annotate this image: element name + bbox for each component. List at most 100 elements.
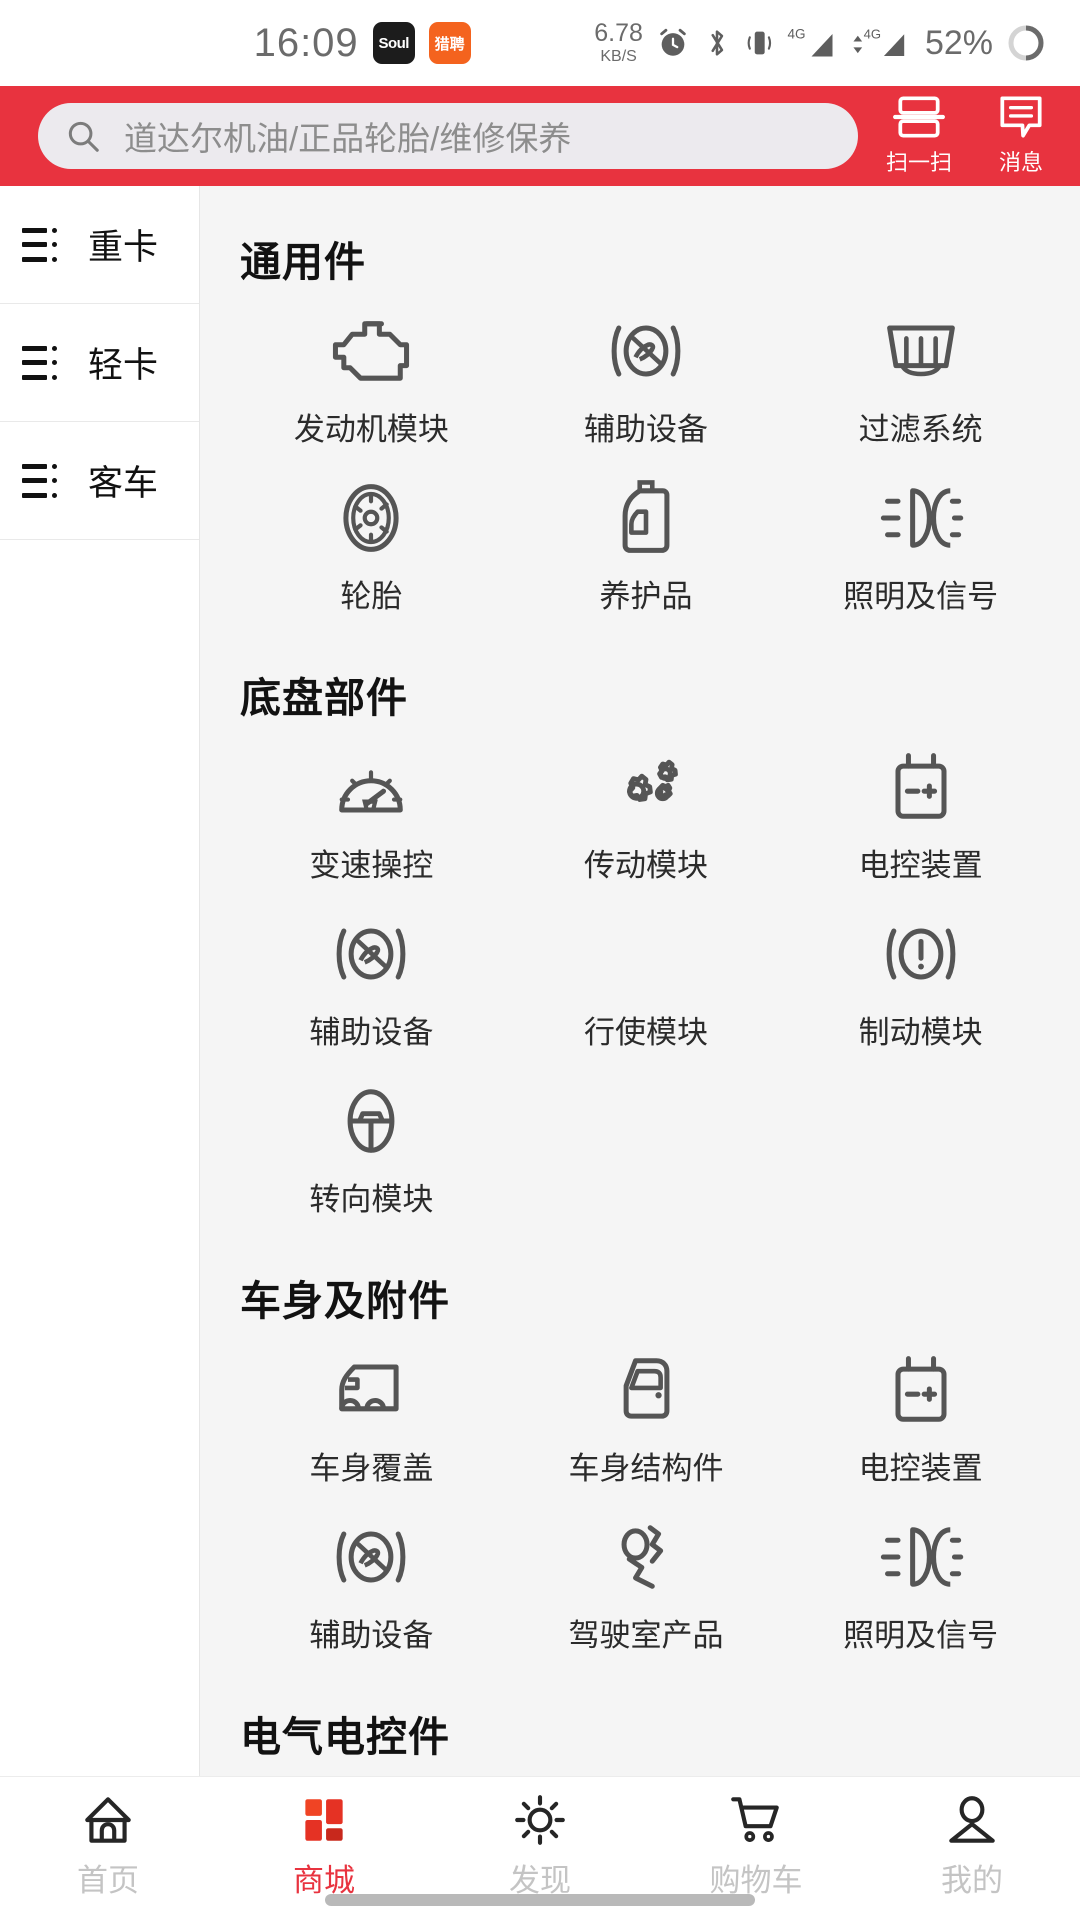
seat-person-icon bbox=[600, 1516, 692, 1598]
category-item-label: 车身结构件 bbox=[568, 1451, 724, 1486]
app-header: 道达尔机油/正品轮胎/维修保养 扫一扫 消息 bbox=[0, 86, 1080, 186]
svg-text:4G: 4G bbox=[864, 27, 881, 42]
category-item-brake[interactable]: 制动模块 bbox=[783, 899, 1058, 1058]
category-item-lighting[interactable]: 照明及信号 bbox=[783, 1502, 1058, 1661]
category-item-auxiliary[interactable]: 辅助设备 bbox=[509, 296, 784, 455]
category-item-label: 转向模块 bbox=[309, 1182, 434, 1217]
category-item-lighting[interactable]: 照明及信号 bbox=[783, 463, 1058, 622]
category-item-label: 轮胎 bbox=[340, 579, 403, 614]
category-item-label: 驾驶室产品 bbox=[568, 1618, 724, 1653]
signal-4g-2-icon: 4G bbox=[852, 25, 910, 61]
battery-icon bbox=[875, 746, 967, 828]
header-actions: 扫一扫 消息 bbox=[876, 92, 1064, 181]
category-item-label: 制动模块 bbox=[858, 1015, 983, 1050]
category-item-label: 车身覆盖 bbox=[309, 1451, 434, 1486]
battery-icon bbox=[875, 1349, 967, 1431]
section-title: 电气电控件 bbox=[240, 1714, 450, 1760]
category-item-transmission-control[interactable]: 变速操控 bbox=[234, 732, 509, 891]
category-item-body-panel[interactable]: 车身覆盖 bbox=[234, 1335, 509, 1494]
category-item-label: 过滤系统 bbox=[858, 412, 983, 447]
battery-percent: 52% bbox=[924, 23, 993, 62]
category-item-auxiliary[interactable]: 辅助设备 bbox=[234, 1502, 509, 1661]
sidebar-item-light-truck[interactable]: 轻卡 bbox=[0, 304, 199, 422]
truck-body-icon bbox=[325, 1349, 417, 1431]
auxiliary-icon bbox=[600, 310, 692, 392]
section-title: 底盘部件 bbox=[240, 675, 408, 721]
category-item-body-structure[interactable]: 车身结构件 bbox=[509, 1335, 784, 1494]
category-item-label: 变速操控 bbox=[309, 848, 434, 883]
category-item-label: 传动模块 bbox=[583, 848, 708, 883]
search-bar[interactable]: 道达尔机油/正品轮胎/维修保养 bbox=[38, 103, 858, 169]
sidebar-item-heavy-truck[interactable]: 重卡 bbox=[0, 186, 199, 304]
section-grid: 变速操控 传动模块 电控装置 辅助设备 行使模块 制动模块 转向模块 bbox=[234, 732, 1058, 1225]
tab-home[interactable]: 首页 bbox=[0, 1791, 216, 1900]
category-item-electronic-control[interactable]: 电控装置 bbox=[783, 732, 1058, 891]
gears-icon bbox=[600, 746, 692, 828]
main-area: 重卡 轻卡 客车 通用件 发动机模块 辅助设备 过滤系统 轮胎 养护品 照明及信… bbox=[0, 186, 1080, 1776]
list-icon bbox=[22, 227, 62, 262]
category-item-tire[interactable]: 轮胎 bbox=[234, 463, 509, 622]
gauge-icon bbox=[325, 746, 417, 828]
search-icon bbox=[64, 117, 102, 155]
auxiliary-icon bbox=[325, 1516, 417, 1598]
category-item-cab-products[interactable]: 驾驶室产品 bbox=[509, 1502, 784, 1661]
section-title: 车身及附件 bbox=[240, 1278, 450, 1324]
category-item-steering[interactable]: 转向模块 bbox=[234, 1066, 509, 1225]
steering-wheel-icon bbox=[325, 1080, 417, 1162]
list-icon bbox=[22, 345, 62, 380]
category-item-label: 养护品 bbox=[599, 579, 693, 614]
section-title: 通用件 bbox=[240, 239, 366, 285]
messages-label: 消息 bbox=[998, 149, 1043, 175]
scan-button[interactable]: 扫一扫 bbox=[876, 92, 962, 177]
category-item-label: 照明及信号 bbox=[843, 1618, 999, 1653]
store-grid-icon bbox=[295, 1791, 353, 1849]
sidebar-item-label: 轻卡 bbox=[88, 346, 159, 385]
scan-icon bbox=[892, 92, 946, 142]
category-sidebar: 重卡 轻卡 客车 bbox=[0, 186, 200, 1776]
discover-sun-icon bbox=[511, 1791, 569, 1849]
section-grid: 车身覆盖 车身结构件 电控装置 辅助设备 驾驶室产品 照明及信号 bbox=[234, 1335, 1058, 1661]
tab-label: 首页 bbox=[77, 1863, 139, 1898]
cart-icon bbox=[727, 1791, 785, 1849]
category-item-label: 辅助设备 bbox=[309, 1015, 434, 1050]
vibrate-icon bbox=[744, 26, 774, 60]
tab-discover[interactable]: 发现 bbox=[432, 1791, 648, 1900]
category-content[interactable]: 通用件 发动机模块 辅助设备 过滤系统 轮胎 养护品 照明及信号 底盘部件 变速… bbox=[200, 186, 1080, 1776]
messages-button[interactable]: 消息 bbox=[978, 92, 1064, 177]
category-item-auxiliary[interactable]: 辅助设备 bbox=[234, 899, 509, 1058]
tab-store[interactable]: 商城 bbox=[216, 1791, 432, 1900]
category-item-electronic-control[interactable]: 电控装置 bbox=[783, 1335, 1058, 1494]
network-speed-value: 6.78 bbox=[594, 19, 643, 47]
message-icon bbox=[994, 92, 1048, 142]
bottom-navigation: 首页 商城 发现 购物车 我的 bbox=[0, 1776, 1080, 1920]
network-speed-unit: KB/S bbox=[600, 48, 637, 65]
liepin-app-icon: 猎聘 bbox=[428, 22, 471, 64]
section-grid: 发动机模块 辅助设备 过滤系统 轮胎 养护品 照明及信号 bbox=[234, 296, 1058, 622]
status-bar-left: 16:09 Soul 猎聘 bbox=[0, 21, 594, 66]
category-item-drivetrain[interactable]: 传动模块 bbox=[509, 732, 784, 891]
tire-icon bbox=[325, 477, 417, 559]
sidebar-item-label: 重卡 bbox=[88, 228, 159, 267]
category-item-label: 辅助设备 bbox=[583, 412, 708, 447]
status-bar-right: 6.78 KB/S 4G 4G 52% bbox=[594, 21, 1046, 65]
profile-icon bbox=[943, 1791, 1001, 1849]
alarm-icon bbox=[656, 26, 690, 60]
tab-profile[interactable]: 我的 bbox=[864, 1791, 1080, 1900]
tab-cart[interactable]: 购物车 bbox=[648, 1791, 864, 1900]
engine-icon bbox=[325, 310, 417, 392]
signal-4g-1-icon: 4G bbox=[787, 25, 839, 61]
category-item-label: 辅助设备 bbox=[309, 1618, 434, 1653]
search-input[interactable]: 道达尔机油/正品轮胎/维修保养 bbox=[124, 112, 571, 160]
category-item-running-module[interactable]: 行使模块 bbox=[509, 899, 784, 1058]
home-indicator[interactable] bbox=[325, 1894, 755, 1906]
tab-label: 我的 bbox=[941, 1863, 1003, 1898]
filter-icon bbox=[875, 310, 967, 392]
status-time: 16:09 bbox=[253, 20, 359, 65]
sidebar-item-bus[interactable]: 客车 bbox=[0, 422, 199, 540]
category-item-maintenance-products[interactable]: 养护品 bbox=[509, 463, 784, 622]
category-item-filter[interactable]: 过滤系统 bbox=[783, 296, 1058, 455]
brake-warning-icon bbox=[875, 913, 967, 995]
scan-label: 扫一扫 bbox=[885, 149, 952, 175]
auxiliary-icon bbox=[325, 913, 417, 995]
category-item-engine[interactable]: 发动机模块 bbox=[234, 296, 509, 455]
